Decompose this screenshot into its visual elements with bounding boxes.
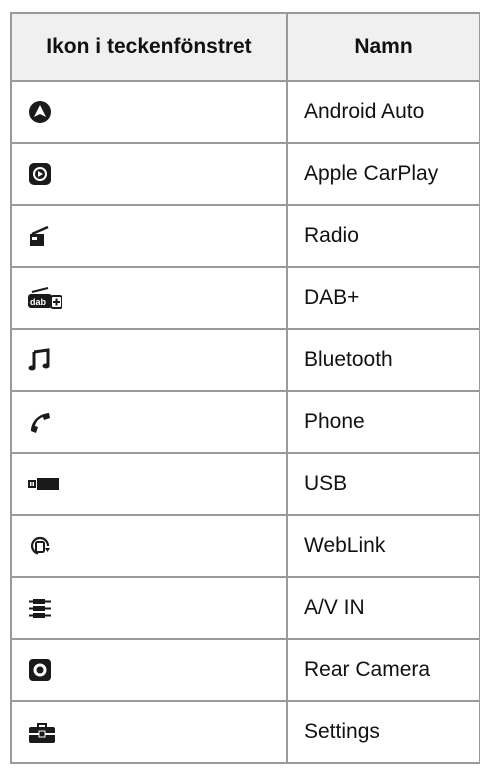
icon-cell: [10, 514, 288, 578]
name-cell: Bluetooth: [286, 328, 480, 392]
table-row: Apple CarPlay: [10, 142, 480, 206]
name-cell: WebLink: [286, 514, 480, 578]
rear-camera-icon: [28, 658, 62, 682]
phone-icon: [28, 410, 62, 434]
name-cell: Radio: [286, 204, 480, 268]
table-row: dab DAB+: [10, 266, 480, 330]
icon-cell: [10, 142, 288, 206]
icon-cell: [10, 452, 288, 516]
svg-text:dab: dab: [30, 297, 47, 307]
settings-icon: [28, 720, 62, 744]
apple-carplay-icon: [28, 162, 62, 186]
table-row: Settings: [10, 700, 480, 764]
icon-cell: [10, 390, 288, 454]
icon-cell: dab: [10, 266, 288, 330]
av-in-icon: [28, 596, 62, 620]
icon-cell: [10, 80, 288, 144]
icon-name-table: Ikon i teckenfönstret Namn Android Auto: [10, 12, 480, 764]
name-cell: Settings: [286, 700, 480, 764]
name-cell: Apple CarPlay: [286, 142, 480, 206]
table-row: Phone: [10, 390, 480, 454]
name-cell: A/V IN: [286, 576, 480, 640]
table-row: Radio: [10, 204, 480, 268]
icon-cell: [10, 328, 288, 392]
name-cell: DAB+: [286, 266, 480, 330]
table-row: A/V IN: [10, 576, 480, 640]
table-row: WebLink: [10, 514, 480, 578]
android-auto-icon: [28, 100, 62, 124]
name-cell: USB: [286, 452, 480, 516]
header-icon-column: Ikon i teckenfönstret: [10, 12, 288, 82]
radio-icon: [28, 224, 62, 248]
name-cell: Rear Camera: [286, 638, 480, 702]
name-cell: Android Auto: [286, 80, 480, 144]
name-cell: Phone: [286, 390, 480, 454]
table-row: USB: [10, 452, 480, 516]
table-row: Rear Camera: [10, 638, 480, 702]
weblink-icon: [28, 534, 62, 558]
header-name-column: Namn: [286, 12, 480, 82]
bluetooth-music-icon: [28, 348, 62, 372]
table-row: Bluetooth: [10, 328, 480, 392]
icon-cell: [10, 204, 288, 268]
table-row: Android Auto: [10, 80, 480, 144]
icon-cell: [10, 638, 288, 702]
usb-icon: [28, 472, 62, 496]
table-header-row: Ikon i teckenfönstret Namn: [10, 12, 480, 82]
icon-cell: [10, 700, 288, 764]
icon-cell: [10, 576, 288, 640]
dab-plus-icon: dab: [28, 286, 62, 310]
